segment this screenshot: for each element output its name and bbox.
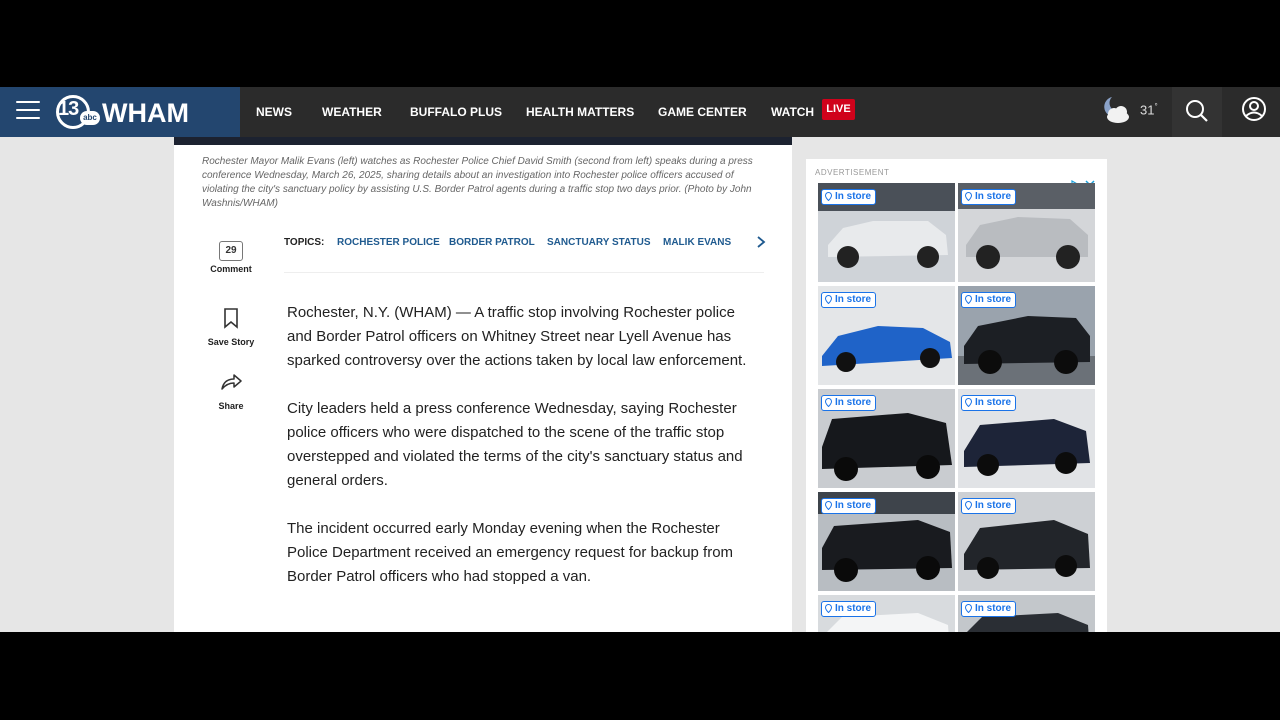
- chevron-right-icon[interactable]: [754, 234, 768, 250]
- in-store-badge: In store: [961, 292, 1017, 308]
- article-paragraph: Rochester, N.Y. (WHAM) — A traffic stop …: [287, 304, 747, 369]
- nav-item-health-matters[interactable]: HEALTH MATTERS: [526, 102, 634, 122]
- station-logo[interactable]: 13 abc WHAM: [56, 93, 216, 131]
- search-icon: [1186, 100, 1208, 122]
- topics-label: TOPICS:: [284, 237, 325, 248]
- in-store-badge: In store: [961, 601, 1017, 617]
- topic-link-malik-evans[interactable]: MALIK EVANS: [663, 237, 731, 248]
- ad-tile-dark-truck[interactable]: In store: [958, 595, 1095, 632]
- in-store-badge: In store: [821, 498, 877, 514]
- account-button[interactable]: [1228, 87, 1280, 137]
- share-arrow-icon: [221, 374, 242, 390]
- in-store-text: In store: [835, 500, 872, 511]
- ad-tile-black-truck[interactable]: In store: [818, 492, 955, 591]
- comment-icon: 29: [219, 241, 243, 261]
- in-store-badge: In store: [961, 189, 1017, 205]
- share-button[interactable]: Share: [198, 371, 264, 411]
- comment-count: 29: [225, 245, 237, 256]
- location-pin-icon: [825, 398, 832, 407]
- in-store-text: In store: [835, 603, 872, 614]
- article-paragraph: City leaders held a press conference Wed…: [287, 400, 743, 489]
- in-store-text: In store: [835, 294, 872, 305]
- in-store-badge: In store: [821, 292, 877, 308]
- ad-tile-gray-suv-truck[interactable]: In store: [958, 183, 1095, 282]
- topic-link-sanctuary-status[interactable]: SANCTUARY STATUS: [547, 237, 651, 248]
- weather-temperature: 31°: [1140, 102, 1158, 117]
- ad-tile-dark-blue-suv[interactable]: In store: [958, 389, 1095, 488]
- ad-tile-blue-sports-car[interactable]: In store: [818, 286, 955, 385]
- location-pin-icon: [825, 604, 832, 613]
- nav-item-weather[interactable]: WEATHER: [322, 102, 382, 122]
- in-store-badge: In store: [821, 395, 877, 411]
- in-store-text: In store: [835, 397, 872, 408]
- in-store-text: In store: [835, 191, 872, 202]
- ad-tile-black-luxury-suv[interactable]: In store: [818, 389, 955, 488]
- article-column: Rochester Mayor Malik Evans (left) watch…: [174, 137, 792, 632]
- brand-area: 13 abc WHAM: [0, 87, 240, 137]
- browser-viewport: 13 abc WHAM NEWS WEATHER BUFFALO PLUS HE…: [0, 87, 1280, 632]
- topics-bar: TOPICS: ROCHESTER POLICE BORDER PATROL S…: [284, 236, 766, 273]
- nav-item-buffalo-plus[interactable]: BUFFALO PLUS: [410, 102, 502, 122]
- article-photo-bottom-edge: [174, 137, 792, 145]
- share-label: Share: [218, 401, 244, 411]
- location-pin-icon: [825, 295, 832, 304]
- comment-button[interactable]: 29 Comment: [198, 241, 264, 274]
- in-store-text: In store: [975, 603, 1012, 614]
- in-store-badge: In store: [961, 498, 1017, 514]
- nav-item-news[interactable]: NEWS: [256, 102, 292, 122]
- in-store-badge: In store: [961, 395, 1017, 411]
- ad-tile-black-pickup-truck[interactable]: In store: [958, 286, 1095, 385]
- in-store-text: In store: [975, 294, 1012, 305]
- save-story-button[interactable]: Save Story: [198, 307, 264, 347]
- in-store-badge: In store: [821, 601, 877, 617]
- location-pin-icon: [825, 501, 832, 510]
- top-nav-bar: 13 abc WHAM NEWS WEATHER BUFFALO PLUS HE…: [0, 87, 1280, 137]
- ad-tile-white-suv[interactable]: In store: [818, 595, 955, 632]
- location-pin-icon: [965, 604, 972, 613]
- topic-link-rochester-police[interactable]: ROCHESTER POLICE: [337, 237, 440, 248]
- search-button[interactable]: [1172, 87, 1222, 137]
- weather-widget[interactable]: 31°: [1100, 95, 1170, 129]
- user-account-icon: [1242, 97, 1266, 121]
- temperature-unit: °: [1154, 102, 1158, 111]
- logo-station-name: WHAM: [102, 98, 189, 128]
- photo-caption: Rochester Mayor Malik Evans (left) watch…: [202, 156, 753, 209]
- save-story-label: Save Story: [207, 337, 255, 347]
- live-badge[interactable]: LIVE: [822, 99, 855, 120]
- nav-item-watch[interactable]: WATCH: [771, 102, 814, 122]
- location-pin-icon: [965, 295, 972, 304]
- temperature-value: 31: [1140, 102, 1155, 118]
- article-body: Rochester, N.Y. (WHAM) — A traffic stop …: [287, 301, 757, 613]
- in-store-badge: In store: [821, 189, 877, 205]
- article-paragraph: The incident occurred early Monday eveni…: [287, 520, 734, 585]
- hamburger-menu-icon[interactable]: [16, 101, 40, 121]
- location-pin-icon: [965, 192, 972, 201]
- location-pin-icon: [965, 501, 972, 510]
- partly-cloudy-night-icon: [1104, 97, 1129, 123]
- location-pin-icon: [965, 398, 972, 407]
- logo-channel-number: 13: [58, 98, 79, 120]
- bookmark-icon: [224, 308, 238, 329]
- nav-item-game-center[interactable]: GAME CENTER: [658, 102, 747, 122]
- ad-tile-white-pickup-truck[interactable]: In store: [818, 183, 955, 282]
- advertisement-panel: ADVERTISEMENT In store In store In store…: [806, 159, 1107, 632]
- logo-network-badge: abc: [80, 111, 100, 125]
- location-pin-icon: [825, 192, 832, 201]
- advertisement-label: ADVERTISEMENT: [815, 168, 890, 177]
- topic-link-border-patrol[interactable]: BORDER PATROL: [449, 237, 535, 248]
- in-store-text: In store: [975, 397, 1012, 408]
- comment-label: Comment: [210, 264, 252, 274]
- ad-tile-black-suv[interactable]: In store: [958, 492, 1095, 591]
- in-store-text: In store: [975, 191, 1012, 202]
- in-store-text: In store: [975, 500, 1012, 511]
